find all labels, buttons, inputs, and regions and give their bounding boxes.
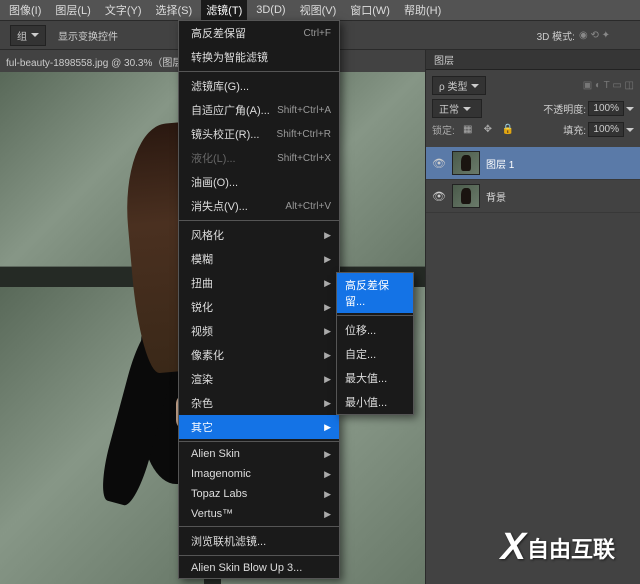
- menu-item[interactable]: Imagenomic▶: [179, 464, 339, 484]
- transform-controls-toggle[interactable]: 显示变换控件: [58, 28, 118, 43]
- submenu-item[interactable]: 最小值...: [337, 390, 413, 414]
- menu-文字[interactable]: 文字(Y): [100, 0, 147, 20]
- menu-item[interactable]: Topaz Labs▶: [179, 484, 339, 504]
- mode-label: 3D 模式:: [537, 28, 575, 43]
- filter-menu: 高反差保留Ctrl+F转换为智能滤镜滤镜库(G)...自适应广角(A)...Sh…: [178, 20, 340, 579]
- menu-bar: 图像(I)图层(L)文字(Y)选择(S)滤镜(T)3D(D) 视图(V)窗口(W)…: [0, 0, 640, 20]
- fill-label: 填充:: [563, 122, 586, 137]
- menu-item[interactable]: 其它▶: [179, 415, 339, 439]
- layer-thumbnail[interactable]: [452, 151, 480, 175]
- watermark-logo-icon: X: [501, 526, 523, 569]
- menu-item[interactable]: 模糊▶: [179, 247, 339, 271]
- menu-窗口[interactable]: 窗口(W): [345, 0, 395, 20]
- menu-item[interactable]: 自适应广角(A)...Shift+Ctrl+A: [179, 98, 339, 122]
- menu-item[interactable]: 锐化▶: [179, 295, 339, 319]
- chevron-down-icon: [31, 33, 39, 37]
- blend-mode-select[interactable]: 正常: [432, 99, 482, 118]
- menu-item[interactable]: 扭曲▶: [179, 271, 339, 295]
- lock-pixels-icon[interactable]: ▦: [461, 123, 475, 137]
- mode-icon[interactable]: ◉ ⟲ ✦: [579, 30, 610, 41]
- menu-item[interactable]: 浏览联机滤镜...: [179, 529, 339, 553]
- menu-item[interactable]: 滤镜库(G)...: [179, 74, 339, 98]
- menu-视图[interactable]: 视图(V): [295, 0, 342, 20]
- layers-panel-tab[interactable]: 图层: [426, 50, 640, 70]
- layer-filter-kind[interactable]: ρ 类型: [432, 76, 486, 95]
- group-selector[interactable]: 组: [10, 25, 46, 46]
- menu-选择[interactable]: 选择(S): [151, 0, 198, 20]
- layer-filter-icons[interactable]: ▣ ◐ T ▭ ◫: [583, 80, 634, 91]
- layer-name[interactable]: 背景: [486, 189, 506, 204]
- visibility-eye-icon[interactable]: 👁: [432, 157, 446, 170]
- menu-3d[interactable]: 3D(D): [251, 2, 290, 18]
- watermark: X 自由互联: [501, 526, 615, 569]
- menu-图像[interactable]: 图像(I): [4, 0, 46, 20]
- menu-item[interactable]: Alien Skin▶: [179, 444, 339, 464]
- layer-row[interactable]: 👁 图层 1: [426, 147, 640, 180]
- submenu-item[interactable]: 最大值...: [337, 366, 413, 390]
- opacity-label: 不透明度:: [543, 101, 586, 116]
- menu-item[interactable]: 视频▶: [179, 319, 339, 343]
- visibility-eye-icon[interactable]: 👁: [432, 190, 446, 203]
- layer-name[interactable]: 图层 1: [486, 156, 514, 171]
- watermark-text: 自由互联: [527, 532, 615, 564]
- menu-item[interactable]: 油画(O)...: [179, 170, 339, 194]
- layer-thumbnail[interactable]: [452, 184, 480, 208]
- menu-帮助[interactable]: 帮助(H): [399, 0, 446, 20]
- submenu-item[interactable]: 自定...: [337, 342, 413, 366]
- menu-item[interactable]: Alien Skin Blow Up 3...: [179, 558, 339, 578]
- menu-item[interactable]: 风格化▶: [179, 223, 339, 247]
- menu-item[interactable]: 消失点(V)...Alt+Ctrl+V: [179, 194, 339, 218]
- fill-value[interactable]: 100%: [588, 122, 624, 137]
- menu-item[interactable]: 转换为智能滤镜: [179, 45, 339, 69]
- right-panels: 图层 ρ 类型 ▣ ◐ T ▭ ◫ 正常 不透明度: 100% 锁定: ▦ ✥ …: [425, 50, 640, 584]
- menu-滤镜[interactable]: 滤镜(T): [201, 0, 247, 20]
- menu-item[interactable]: 渲染▶: [179, 367, 339, 391]
- menu-item[interactable]: Vertus™▶: [179, 504, 339, 524]
- lock-all-icon[interactable]: 🔒: [501, 123, 515, 137]
- lock-position-icon[interactable]: ✥: [481, 123, 495, 137]
- lock-label: 锁定:: [432, 122, 455, 137]
- submenu-item[interactable]: 位移...: [337, 318, 413, 342]
- document-tab[interactable]: ful-beauty-1898558.jpg @ 30.3%（图层 1...: [6, 54, 199, 69]
- filter-submenu-other: 高反差保留... 位移...自定...最大值...最小值...: [336, 272, 414, 415]
- menu-图层[interactable]: 图层(L): [50, 0, 95, 20]
- menu-item[interactable]: 像素化▶: [179, 343, 339, 367]
- submenu-item[interactable]: 高反差保留...: [337, 273, 413, 313]
- menu-item[interactable]: 杂色▶: [179, 391, 339, 415]
- layer-row[interactable]: 👁 背景: [426, 180, 640, 213]
- menu-item[interactable]: 高反差保留Ctrl+F: [179, 21, 339, 45]
- opacity-value[interactable]: 100%: [588, 101, 624, 116]
- menu-item[interactable]: 液化(L)...Shift+Ctrl+X: [179, 146, 339, 170]
- layers-list: 👁 图层 1 👁 背景: [426, 147, 640, 213]
- menu-item[interactable]: 镜头校正(R)...Shift+Ctrl+R: [179, 122, 339, 146]
